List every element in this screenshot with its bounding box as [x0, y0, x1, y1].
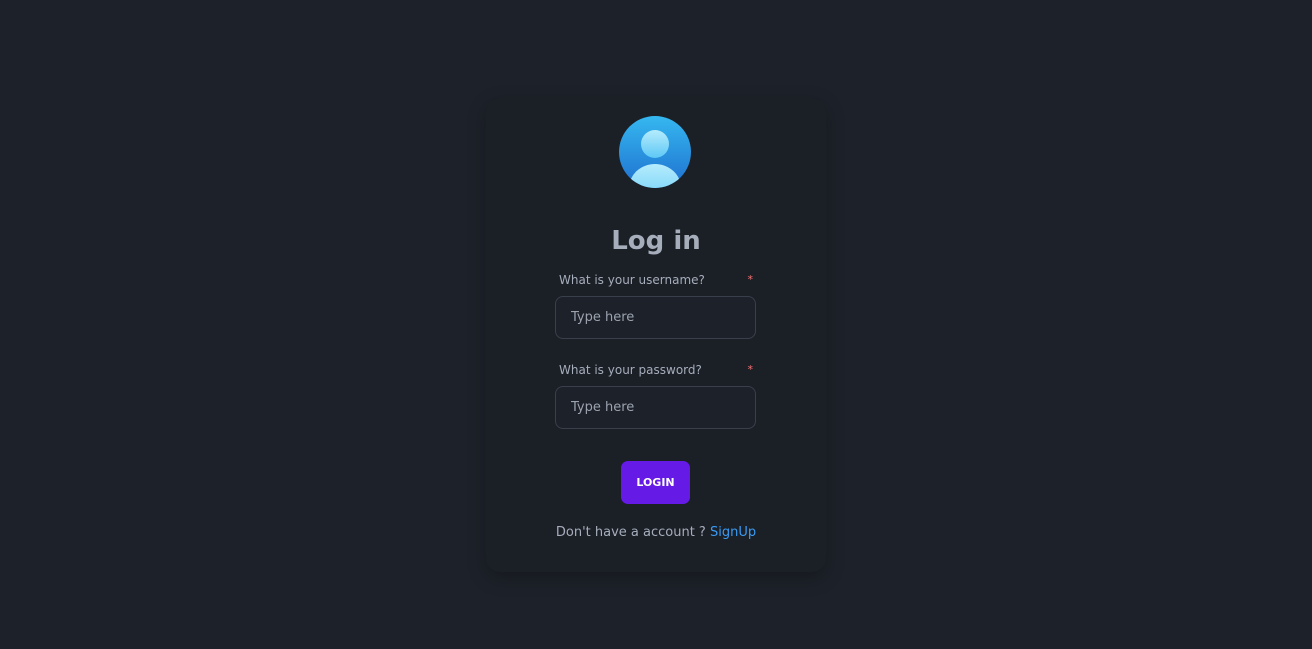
- signup-row: Don't have a account ? SignUp: [486, 524, 826, 542]
- username-label: What is your username? *: [559, 272, 753, 288]
- login-button[interactable]: LOGIN: [621, 461, 690, 504]
- password-required-mark: *: [747, 363, 754, 376]
- page-title: Log in: [611, 226, 701, 256]
- password-label: What is your password? *: [559, 362, 753, 378]
- signup-prompt: Don't have a account ?: [555, 525, 706, 540]
- signup-link[interactable]: SignUp: [710, 525, 756, 540]
- username-required-mark: *: [747, 273, 754, 286]
- username-input[interactable]: [555, 296, 756, 339]
- username-label-text: What is your username?: [559, 273, 705, 287]
- user-avatar-icon: [619, 116, 691, 188]
- password-input[interactable]: [555, 386, 756, 429]
- password-label-text: What is your password?: [559, 363, 702, 377]
